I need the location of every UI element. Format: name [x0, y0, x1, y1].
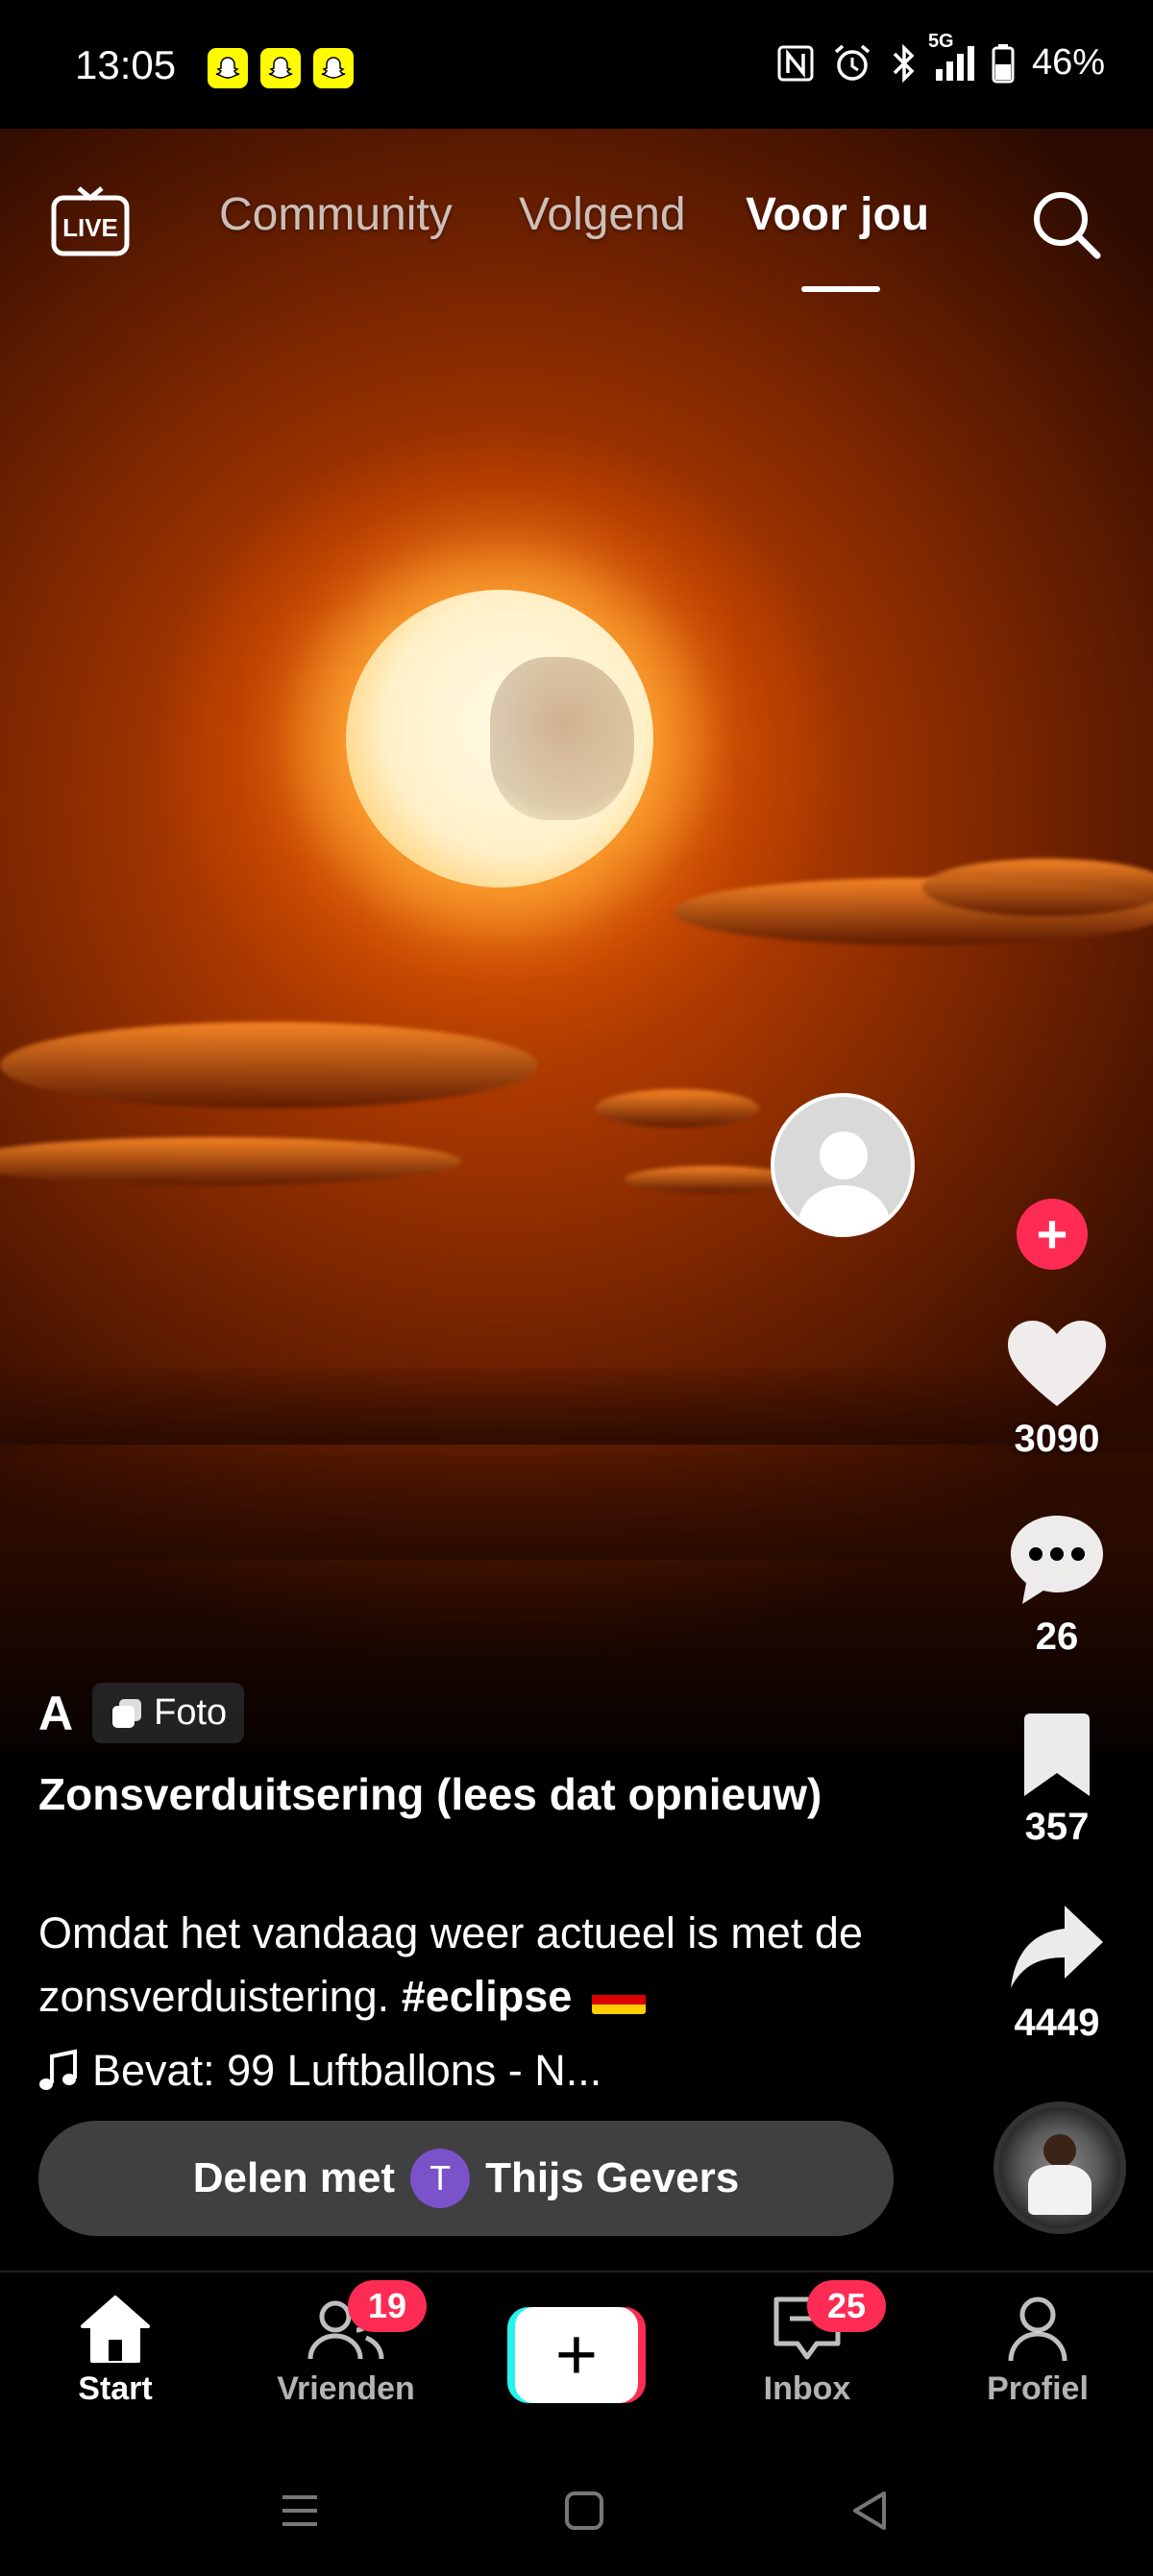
signal-icon: 5G [928, 31, 974, 81]
system-navigation-bar [0, 2463, 1153, 2576]
nfc-icon [777, 45, 814, 81]
share-arrow-icon [1011, 1906, 1103, 1988]
network-label: 5G [927, 30, 954, 52]
share-count: 4449 [1014, 2002, 1100, 2044]
music-info[interactable]: Bevat: 99 Luftballons - N... [38, 2046, 601, 2096]
photo-icon [112, 1698, 142, 1728]
tab-voor-jou[interactable]: Voor jou [746, 188, 929, 241]
friends-badge: 19 [348, 2280, 427, 2332]
bottom-nav: Start Vrienden 19 + Inbox 25 Profiel [0, 2271, 1153, 2463]
comment-icon [1011, 1516, 1103, 1604]
like-button[interactable]: 3090 [982, 1318, 1132, 1461]
status-bar: 13:05 5G 46% [0, 0, 1153, 129]
snapchat-icon [313, 48, 354, 88]
bookmark-button[interactable]: 357 [982, 1712, 1132, 1849]
system-status-icons: 5G 46% [776, 31, 1105, 84]
photo-badge-label: Foto [154, 1692, 228, 1733]
share-label: Delen met [192, 2154, 396, 2201]
recent-apps-icon[interactable] [279, 2490, 321, 2532]
search-icon[interactable] [1030, 188, 1103, 261]
plus-icon: + [515, 2307, 638, 2403]
creator-avatar[interactable] [771, 1093, 915, 1237]
like-count: 3090 [1014, 1418, 1100, 1460]
home-icon [81, 2296, 150, 2363]
follow-button[interactable]: + [1017, 1199, 1088, 1270]
nav-start-label: Start [78, 2370, 153, 2407]
germany-flag-emoji [591, 1984, 646, 2014]
tab-volgend[interactable]: Volgend [519, 188, 686, 241]
alarm-icon [834, 44, 871, 81]
hashtag-link[interactable]: #eclipse [402, 1972, 573, 2021]
contact-name: Thijs Gevers [485, 2154, 740, 2201]
inbox-badge: 25 [807, 2280, 886, 2332]
top-nav: LIVE Community Volgend Voor jou [0, 129, 1153, 321]
profile-icon [1008, 2297, 1067, 2362]
live-icon[interactable]: LIVE [50, 179, 131, 259]
post-title: Zonsverduitsering (lees dat opnieuw) [38, 1769, 822, 1819]
snapchat-icon [260, 48, 301, 88]
eclipse-sun-image [346, 590, 653, 887]
music-disc[interactable] [994, 2102, 1126, 2234]
nav-start[interactable]: Start [19, 2294, 211, 2408]
author-name[interactable]: A [38, 1686, 73, 1741]
status-time: 13:05 [75, 42, 177, 87]
battery-icon [992, 43, 1015, 83]
back-icon[interactable] [849, 2490, 892, 2532]
create-button[interactable]: + [507, 2307, 646, 2403]
music-note-icon [39, 2049, 77, 2090]
nav-inbox-label: Inbox [763, 2370, 851, 2407]
bluetooth-icon [893, 43, 915, 83]
battery-level: 46% [1031, 42, 1105, 83]
comment-button[interactable]: 26 [982, 1512, 1132, 1659]
home-button-icon[interactable] [563, 2490, 605, 2532]
nav-profiel-label: Profiel [987, 2370, 1089, 2407]
share-with-contact-button[interactable]: Delen met T Thijs Gevers [38, 2121, 894, 2236]
tab-community[interactable]: Community [219, 188, 453, 241]
photo-badge: Foto [92, 1683, 245, 1743]
music-title: Bevat: 99 Luftballons - N... [92, 2046, 602, 2095]
active-tab-indicator [801, 286, 880, 292]
nav-profiel[interactable]: Profiel [942, 2294, 1134, 2408]
heart-icon [1008, 1321, 1106, 1406]
bookmark-icon [1024, 1713, 1090, 1796]
share-button[interactable]: 4449 [982, 1902, 1132, 2045]
comment-count: 26 [1035, 1616, 1079, 1658]
author-row: A Foto [38, 1683, 245, 1743]
nav-vrienden-label: Vrienden [277, 2370, 415, 2407]
contact-avatar: T [410, 2149, 471, 2208]
post-photo[interactable] [0, 129, 1153, 1752]
post-description[interactable]: Omdat het vandaag weer actueel is met de… [38, 1902, 922, 2028]
live-label: LIVE [62, 213, 118, 242]
bookmark-count: 357 [1024, 1806, 1090, 1848]
snapchat-icon [208, 48, 248, 88]
